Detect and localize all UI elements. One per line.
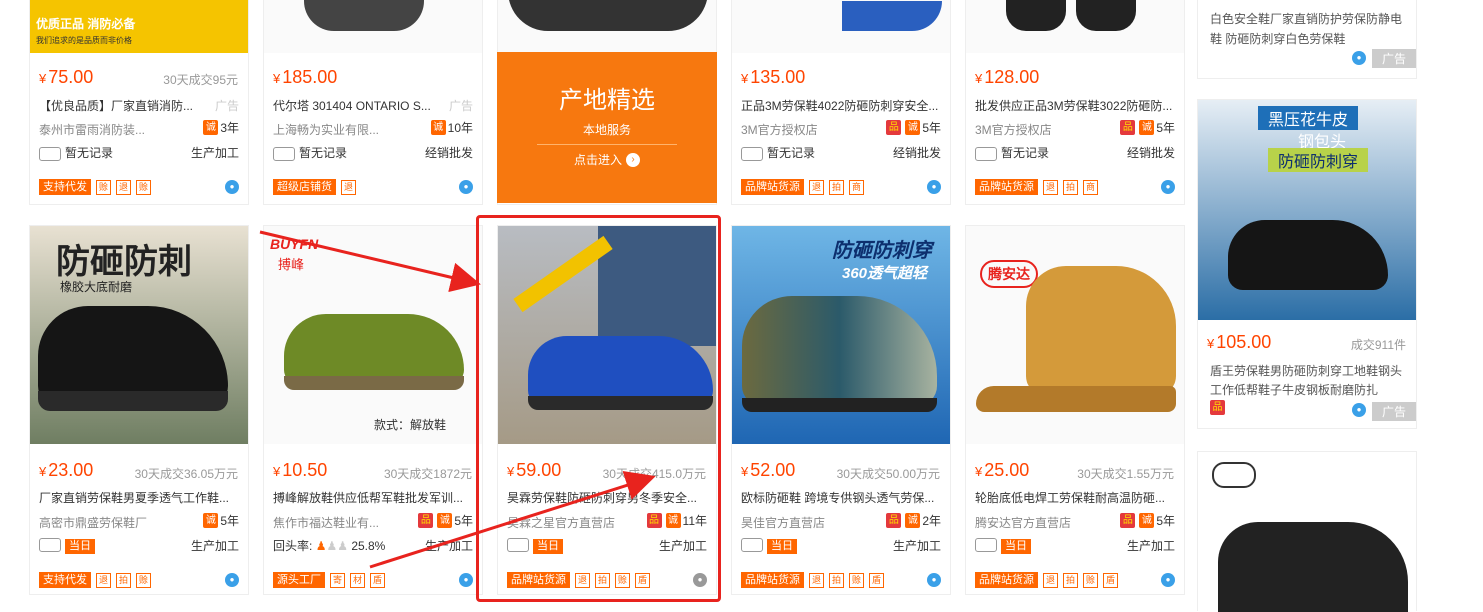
arrow-icon	[369, 470, 656, 569]
annotation-arrows	[259, 230, 656, 569]
arrow-icon	[259, 230, 481, 293]
